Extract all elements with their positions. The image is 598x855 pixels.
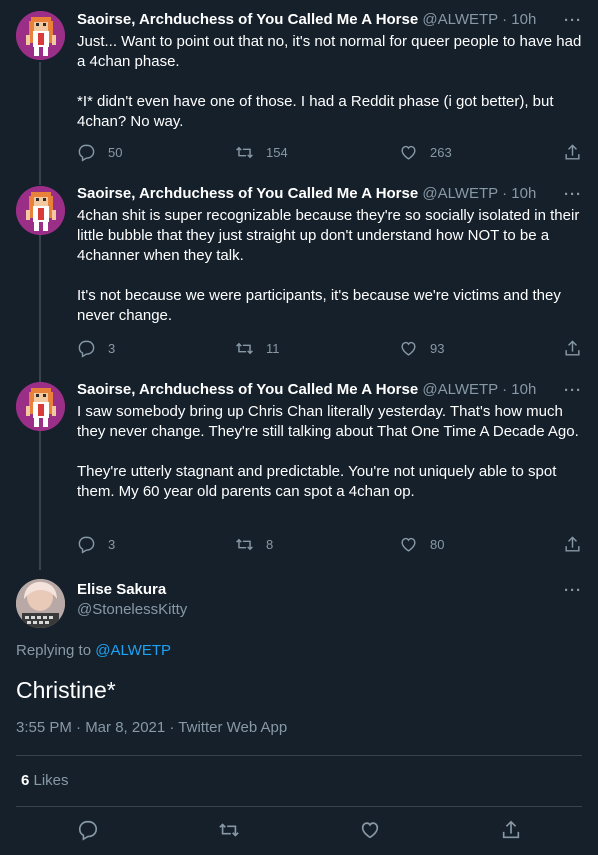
like-button[interactable] [359,819,383,843]
tweet-actions: 3 8 80 [77,534,582,554]
reply-count: 3 [108,536,116,552]
retweet-button[interactable]: 8 [235,534,273,554]
tweet-actions: 3 11 93 [77,338,582,358]
avatar[interactable] [16,382,65,431]
timestamp[interactable]: 10h [511,11,536,28]
retweet-icon [236,538,253,550]
user-handle[interactable]: @ALWETP [422,185,498,202]
retweet-count: 8 [266,536,274,552]
reply-button[interactable]: 50 [77,142,122,162]
more-icon[interactable]: ··· [564,187,582,202]
reply-icon [78,820,98,841]
reply-button[interactable] [77,819,101,843]
like-button[interactable]: 80 [399,534,444,554]
tweet-header: Saoirse, Archduchess of You Called Me A … [77,10,536,30]
separator-dot: · [502,185,508,202]
tweet-meta[interactable]: 3:55 PM · Mar 8, 2021 · Twitter Web App [16,719,287,736]
retweet-button[interactable]: 11 [235,338,280,358]
thread-tweet[interactable]: Saoirse, Archduchess of You Called Me A … [0,380,598,572]
display-name[interactable]: Saoirse, Archduchess of You Called Me A … [77,11,418,28]
retweet-count: 154 [266,144,288,160]
like-count: 80 [430,536,445,552]
user-handle[interactable]: @StonelessKitty [77,601,187,618]
avatar[interactable] [16,186,65,235]
likes-label: Likes [29,772,69,789]
retweet-button[interactable]: 154 [235,142,288,162]
timestamp[interactable]: 10h [511,381,536,398]
pixel-avatar-image [16,11,65,60]
focus-tweet-actions [0,819,598,843]
photo-avatar-image [16,579,65,628]
reply-count: 3 [108,340,116,356]
retweet-icon [219,823,239,837]
pixel-avatar-image [16,186,65,235]
like-icon [361,822,379,839]
avatar[interactable] [16,579,65,628]
tweet-text: Just... Want to point out that no, it's … [77,33,582,130]
reply-count: 50 [108,144,123,160]
tweet-text: I saw somebody bring up Chris Chan liter… [77,403,579,500]
retweet-count: 11 [266,340,280,356]
user-handle[interactable]: @ALWETP [422,381,498,398]
retweet-icon [236,146,253,158]
tweet-actions: 50 154 263 [77,142,582,162]
more-icon[interactable]: ··· [564,13,582,28]
share-icon [565,535,580,552]
separator-dot: · [502,381,508,398]
separator-dot: · [502,11,508,28]
like-icon [401,145,416,160]
divider [16,806,582,807]
display-name[interactable]: Saoirse, Archduchess of You Called Me A … [77,381,418,398]
focus-tweet-text: Christine* [16,677,116,703]
like-count: 93 [430,340,445,356]
share-button[interactable] [563,142,582,162]
share-button[interactable] [563,338,582,358]
like-button[interactable]: 263 [399,142,452,162]
like-icon [401,537,416,552]
user-handle[interactable]: @ALWETP [422,11,498,28]
reply-button[interactable]: 3 [77,338,115,358]
tweet-text: 4chan shit is super recognizable because… [77,207,580,324]
display-name[interactable]: Elise Sakura [77,581,166,598]
more-icon[interactable]: ··· [564,383,582,398]
share-icon [502,820,520,839]
avatar[interactable] [16,11,65,60]
display-name[interactable]: Saoirse, Archduchess of You Called Me A … [77,185,418,202]
divider [16,755,582,756]
reply-icon [78,536,95,554]
like-count: 263 [430,144,452,160]
replying-to: Replying to @ALWETP [16,642,171,659]
timestamp[interactable]: 10h [511,185,536,202]
replying-to-link[interactable]: @ALWETP [95,642,171,659]
reply-icon [78,144,95,162]
tweet-header: Saoirse, Archduchess of You Called Me A … [77,184,536,204]
share-icon [565,339,580,356]
replying-prefix: Replying to [16,642,96,659]
retweet-icon [236,342,253,354]
share-button[interactable] [500,819,524,843]
share-icon [565,143,580,160]
share-button[interactable] [563,534,582,554]
like-button[interactable]: 93 [399,338,444,358]
thread-tweet[interactable]: Saoirse, Archduchess of You Called Me A … [0,184,598,382]
tweet-header: Saoirse, Archduchess of You Called Me A … [77,380,536,400]
likes-summary[interactable]: 6 Likes [21,772,69,789]
like-icon [401,341,416,356]
thread-tweet[interactable]: Saoirse, Archduchess of You Called Me A … [0,0,598,190]
reply-button[interactable]: 3 [77,534,115,554]
pixel-avatar-image [16,382,65,431]
reply-icon [78,340,95,358]
retweet-button[interactable] [218,819,242,843]
more-icon[interactable]: ··· [564,583,582,598]
